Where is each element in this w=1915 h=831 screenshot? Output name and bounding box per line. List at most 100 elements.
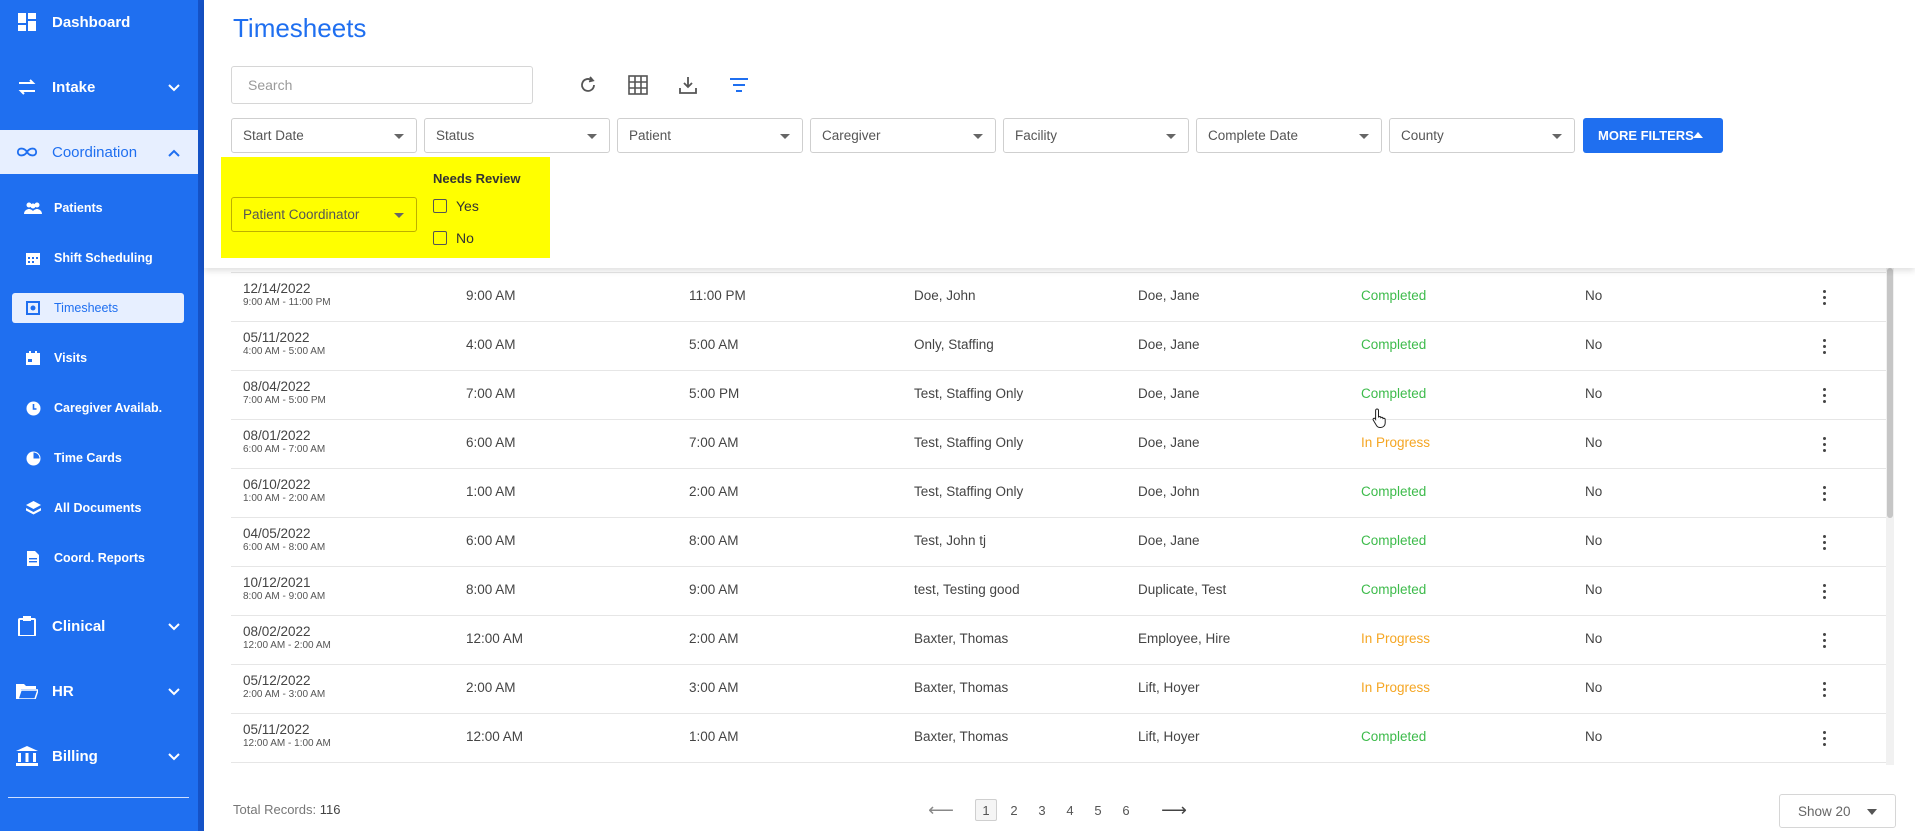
status-cell: Completed bbox=[1361, 533, 1427, 548]
sidebar-item-time-cards[interactable]: Time Cards bbox=[12, 443, 184, 473]
more-vertical-icon[interactable] bbox=[1814, 726, 1834, 750]
more-vertical-icon[interactable] bbox=[1814, 383, 1834, 407]
start-date-filter[interactable]: Start Date bbox=[231, 118, 417, 153]
date-text: 08/01/2022 bbox=[243, 428, 311, 443]
date-text: 06/10/2022 bbox=[243, 477, 311, 492]
grid-icon[interactable] bbox=[626, 73, 650, 97]
patient-coordinator-filter[interactable]: Patient Coordinator bbox=[231, 197, 417, 232]
table-row[interactable]: 05/12/2022 2:00 AM - 3:00 AM 2:00 AM 3:00 A… bbox=[231, 665, 1886, 714]
sidebar-item-patients[interactable]: Patients bbox=[12, 193, 184, 223]
date-cell: 10/12/2021 8:00 AM - 9:00 AM bbox=[243, 575, 325, 602]
more-vertical-icon[interactable] bbox=[1814, 432, 1834, 456]
nav-billing[interactable]: Billing bbox=[0, 734, 198, 778]
scrollbar-thumb[interactable] bbox=[1887, 268, 1893, 518]
facility-filter[interactable]: Facility bbox=[1003, 118, 1189, 153]
more-vertical-icon[interactable] bbox=[1814, 285, 1834, 309]
county-filter[interactable]: County bbox=[1389, 118, 1575, 153]
needs-review-cell: No bbox=[1585, 582, 1603, 597]
sidebar-item-visits[interactable]: Visits bbox=[12, 343, 184, 373]
table-row[interactable]: 08/01/2022 6:00 AM - 7:00 AM 6:00 AM 7:00 A… bbox=[231, 420, 1886, 469]
caret-down-icon bbox=[1359, 134, 1369, 139]
sidebar: Dashboard Intake Coordination Patients S… bbox=[0, 0, 204, 831]
table-row[interactable]: 12/14/2022 9:00 AM - 11:00 PM 9:00 AM 11:00… bbox=[231, 273, 1886, 322]
status-filter[interactable]: Status bbox=[424, 118, 610, 153]
needs-review-cell: No bbox=[1585, 631, 1603, 646]
sidebar-item-timesheets[interactable]: Timesheets bbox=[12, 293, 184, 323]
more-vertical-icon[interactable] bbox=[1814, 530, 1834, 554]
date-text: 12/14/2022 bbox=[243, 281, 311, 296]
end-time-cell: 2:00 AM bbox=[689, 631, 739, 646]
table-row[interactable]: 05/11/2022 12:00 AM - 1:00 AM 12:00 AM 1:00… bbox=[231, 714, 1886, 763]
nav-hr[interactable]: HR bbox=[0, 669, 198, 713]
patient-cell: Doe, Jane bbox=[1138, 533, 1200, 548]
caregiver-filter[interactable]: Caregiver bbox=[810, 118, 996, 153]
total-records-value: 116 bbox=[319, 802, 341, 817]
table-row[interactable]: 10/12/2021 8:00 AM - 9:00 AM 8:00 AM 9:00 A… bbox=[231, 567, 1886, 616]
more-vertical-icon[interactable] bbox=[1814, 481, 1834, 505]
caregiver-cell: Test, Staffing Only bbox=[914, 386, 1024, 401]
refresh-icon[interactable] bbox=[576, 73, 600, 97]
nav-dashboard[interactable]: Dashboard bbox=[0, 0, 198, 44]
table-scrollbar[interactable] bbox=[1886, 268, 1894, 765]
needs-review-no-checkbox[interactable]: No bbox=[433, 230, 474, 246]
caret-down-icon bbox=[1166, 134, 1176, 139]
sidebar-item-all-documents[interactable]: All Documents bbox=[12, 493, 184, 523]
sidebar-item-caregiver-availability[interactable]: Caregiver Availab. bbox=[12, 393, 184, 423]
download-icon[interactable] bbox=[676, 73, 700, 97]
filter-label: Caregiver bbox=[822, 128, 881, 143]
checkbox-box[interactable] bbox=[433, 199, 447, 213]
more-vertical-icon[interactable] bbox=[1814, 334, 1834, 358]
status-cell: Completed bbox=[1361, 288, 1427, 303]
search-input[interactable] bbox=[231, 66, 533, 104]
time-range-text: 12:00 AM - 1:00 AM bbox=[243, 738, 331, 749]
sidebar-item-coord-reports[interactable]: Coord. Reports bbox=[12, 543, 184, 573]
page-1-button[interactable]: 1 bbox=[975, 799, 997, 821]
nav-coordination[interactable]: Coordination bbox=[0, 130, 198, 174]
complete-date-filter[interactable]: Complete Date bbox=[1196, 118, 1382, 153]
more-vertical-icon[interactable] bbox=[1814, 579, 1834, 603]
page-5-button[interactable]: 5 bbox=[1087, 799, 1109, 821]
sidebar-item-label: Visits bbox=[54, 351, 88, 365]
nav-coordination-label: Coordination bbox=[52, 143, 138, 161]
prev-page-button[interactable]: ⟵ bbox=[926, 799, 956, 821]
time-range-text: 6:00 AM - 8:00 AM bbox=[243, 542, 326, 553]
table-row[interactable]: 08/02/2022 12:00 AM - 2:00 AM 12:00 AM 2:00… bbox=[231, 616, 1886, 665]
needs-review-cell: No bbox=[1585, 533, 1603, 548]
more-vertical-icon[interactable] bbox=[1814, 677, 1834, 701]
more-filters-button[interactable]: MORE FILTERS bbox=[1583, 118, 1723, 153]
sidebar-item-label: Time Cards bbox=[54, 451, 122, 465]
checkbox-box[interactable] bbox=[433, 231, 447, 245]
page-3-button[interactable]: 3 bbox=[1031, 799, 1053, 821]
dashboard-icon bbox=[16, 11, 38, 33]
more-vertical-icon[interactable] bbox=[1814, 628, 1834, 652]
page-4-button[interactable]: 4 bbox=[1059, 799, 1081, 821]
nav-clinical[interactable]: Clinical bbox=[0, 604, 198, 648]
sidebar-item-shift-scheduling[interactable]: Shift Scheduling bbox=[12, 243, 184, 273]
time-range-text: 4:00 AM - 5:00 AM bbox=[243, 346, 326, 357]
patient-cell: Duplicate, Test bbox=[1138, 582, 1227, 597]
nav-hr-label: HR bbox=[52, 682, 74, 700]
page-6-button[interactable]: 6 bbox=[1115, 799, 1137, 821]
nav-dashboard-label: Dashboard bbox=[52, 13, 131, 31]
nav-intake[interactable]: Intake bbox=[0, 65, 198, 109]
filter-label: Complete Date bbox=[1208, 128, 1299, 143]
time-range-text: 8:00 AM - 9:00 AM bbox=[243, 591, 326, 602]
patient-cell: Doe, Jane bbox=[1138, 435, 1200, 450]
page-2-button[interactable]: 2 bbox=[1003, 799, 1025, 821]
patient-filter[interactable]: Patient bbox=[617, 118, 803, 153]
table-row[interactable]: 06/10/2022 1:00 AM - 2:00 AM 1:00 AM 2:00 A… bbox=[231, 469, 1886, 518]
caregiver-cell: Baxter, Thomas bbox=[914, 729, 1009, 744]
patient-cell: Lift, Hoyer bbox=[1138, 680, 1200, 695]
caret-down-icon bbox=[973, 134, 983, 139]
total-records-label: Total Records: bbox=[233, 802, 317, 817]
end-time-cell: 1:00 AM bbox=[689, 729, 739, 744]
table-row[interactable]: 08/04/2022 7:00 AM - 5:00 PM 7:00 AM 5:00 P… bbox=[231, 371, 1886, 420]
sidebar-item-label: Shift Scheduling bbox=[54, 251, 153, 265]
table-row[interactable]: 05/11/2022 4:00 AM - 5:00 AM 4:00 AM 5:00 A… bbox=[231, 322, 1886, 371]
page-size-select[interactable]: Show 20 bbox=[1779, 794, 1896, 828]
next-page-button[interactable]: ⟶ bbox=[1159, 799, 1189, 821]
needs-review-yes-checkbox[interactable]: Yes bbox=[433, 198, 479, 214]
caregiver-cell: Test, Staffing Only bbox=[914, 435, 1024, 450]
filter-icon[interactable] bbox=[727, 73, 751, 97]
table-row[interactable]: 04/05/2022 6:00 AM - 8:00 AM 6:00 AM 8:00 A… bbox=[231, 518, 1886, 567]
